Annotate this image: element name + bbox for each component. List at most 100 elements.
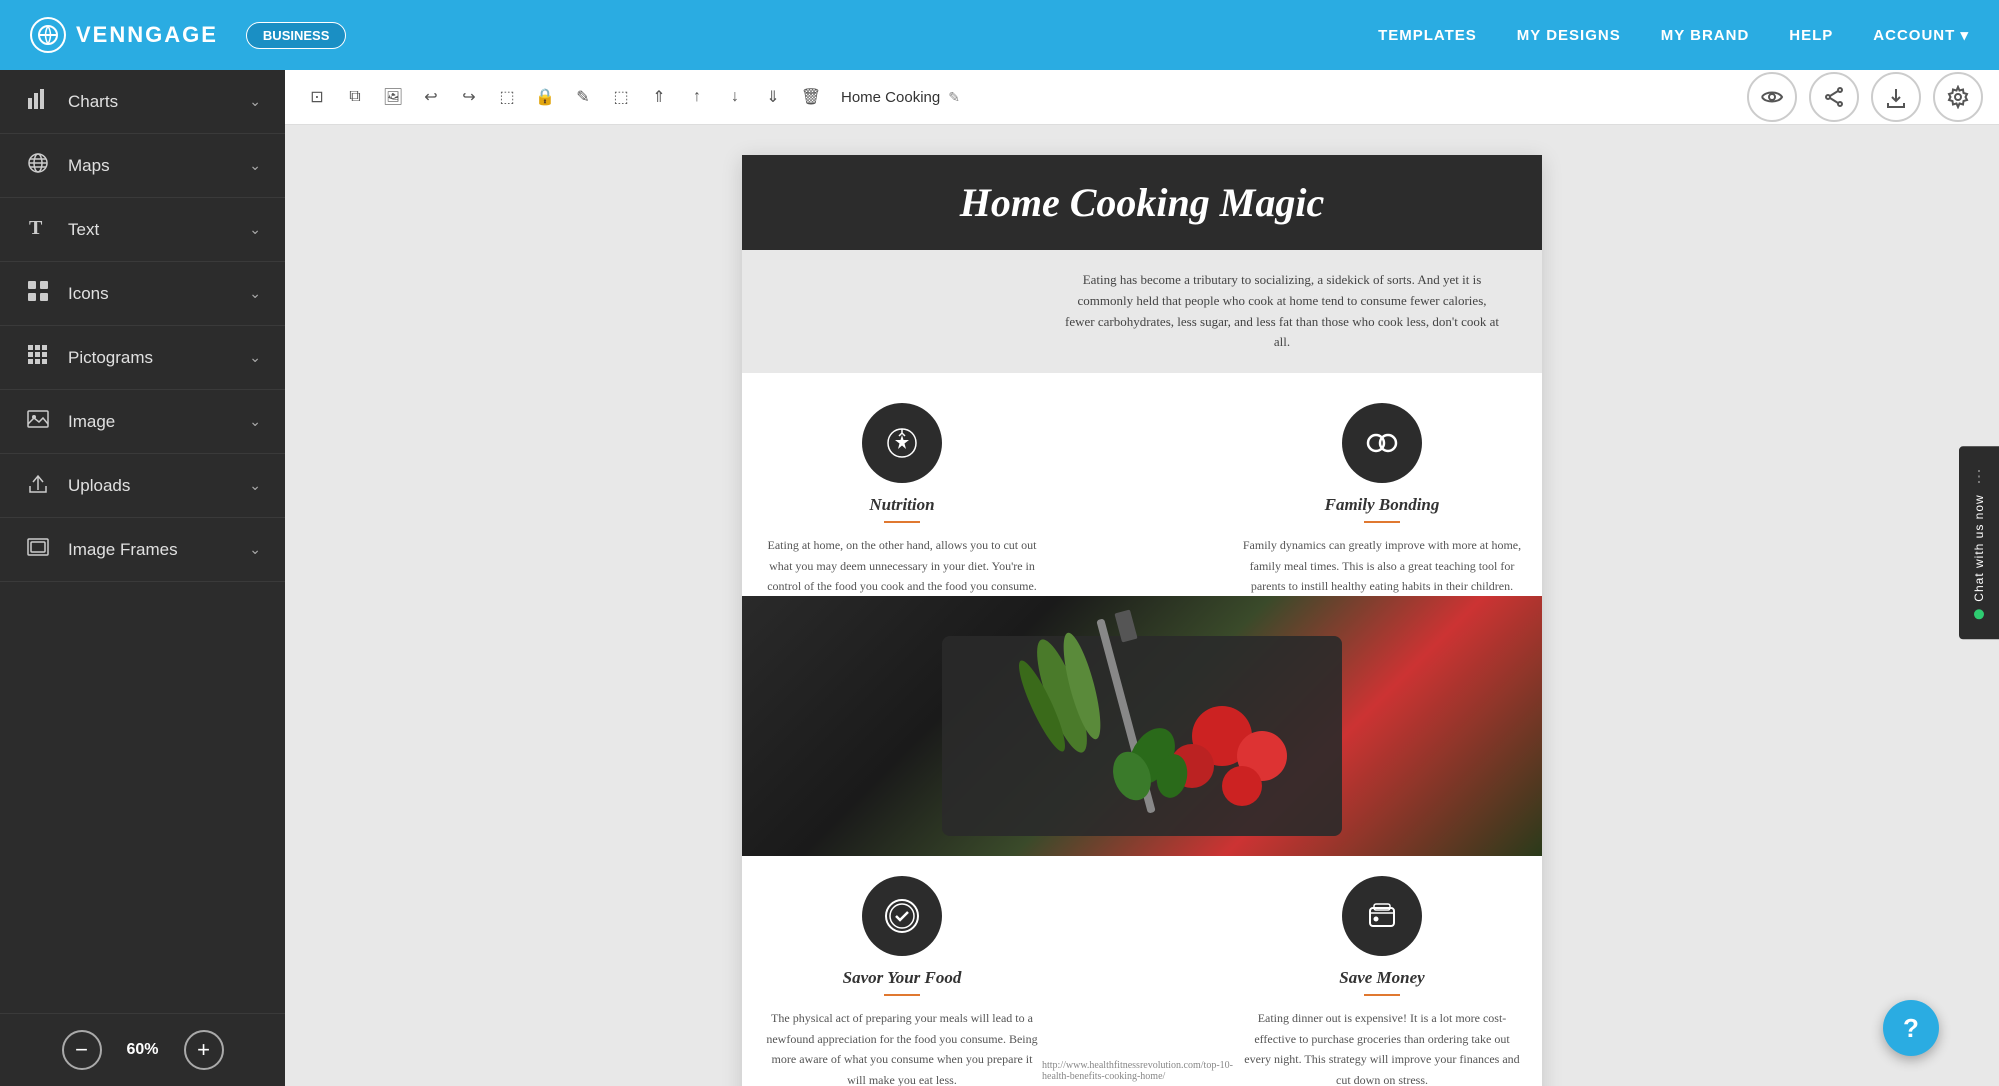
infographic-canvas[interactable]: Home Cooking Magic Eating has become a t… — [742, 155, 1542, 1086]
sidebar-uploads-label: Uploads — [68, 476, 249, 496]
family-bonding-text: Family dynamics can greatly improve with… — [1242, 535, 1522, 596]
chat-online-indicator — [1974, 610, 1984, 620]
upload-icon — [24, 472, 52, 499]
icons-grid-icon — [24, 280, 52, 307]
toolbar-duplicate-button[interactable]: ⧉ — [339, 81, 371, 113]
top-center-space — [1042, 403, 1242, 596]
toolbar-snap-button[interactable]: ⊡ — [301, 81, 333, 113]
savor-section: Savor Your Food The physical act of prep… — [762, 876, 1042, 1086]
nutrition-section: Nutrition Eating at home, on the other h… — [762, 403, 1042, 596]
footer-url-area: http://www.healthfitnessrevolution.com/t… — [1042, 876, 1242, 1086]
image-frames-chevron-icon: ⌄ — [249, 541, 261, 558]
sidebar-item-image[interactable]: Image ⌄ — [0, 390, 285, 454]
cooking-image-section — [742, 596, 1542, 856]
top-sections-row: Nutrition Eating at home, on the other h… — [742, 373, 1542, 596]
family-bonding-icon-circle — [1342, 403, 1422, 483]
toolbar-right-buttons — [1747, 72, 1983, 122]
logo-text: VENNGAGE — [76, 22, 218, 48]
toolbar-group-button[interactable]: ⬚ — [491, 81, 523, 113]
chat-dots-icon: ⋮ — [1971, 466, 1987, 486]
uploads-chevron-icon: ⌄ — [249, 477, 261, 494]
zoom-value: 60% — [118, 1041, 168, 1059]
zoom-decrease-button[interactable]: − — [62, 1030, 102, 1070]
savor-text: The physical act of preparing your meals… — [762, 1008, 1042, 1086]
cooking-image — [742, 596, 1542, 856]
nutrition-icon-circle — [862, 403, 942, 483]
save-money-title: Save Money — [1339, 968, 1424, 988]
sidebar-pictograms-label: Pictograms — [68, 348, 249, 368]
sidebar-item-maps[interactable]: Maps ⌄ — [0, 134, 285, 198]
toolbar-image-button[interactable]: 🖼 — [377, 81, 409, 113]
family-bonding-title: Family Bonding — [1325, 495, 1440, 515]
share-button[interactable] — [1809, 72, 1859, 122]
svg-text:T: T — [29, 217, 43, 238]
footer-url: http://www.healthfitnessrevolution.com/t… — [1042, 1060, 1242, 1082]
savor-title: Savor Your Food — [843, 968, 962, 988]
toolbar-title-area: Home Cooking ✎ — [841, 89, 960, 106]
infographic-intro: Eating has become a tributary to sociali… — [742, 250, 1542, 373]
family-bonding-section: Family Bonding Family dynamics can great… — [1242, 403, 1522, 596]
chat-widget-label: Chat with us now — [1972, 494, 1986, 601]
main-area: Charts ⌄ Maps ⌄ T Text — [0, 70, 1999, 1086]
nav-my-designs[interactable]: MY DESIGNS — [1517, 27, 1621, 44]
toolbar-send-back-button[interactable]: ⇓ — [757, 81, 789, 113]
toolbar-edit-button[interactable]: ✎ — [567, 81, 599, 113]
sidebar-item-image-frames[interactable]: Image Frames ⌄ — [0, 518, 285, 582]
nav-my-brand[interactable]: MY BRAND — [1661, 27, 1750, 44]
globe-icon — [24, 152, 52, 179]
nutrition-text: Eating at home, on the other hand, allow… — [762, 535, 1042, 596]
sidebar-maps-label: Maps — [68, 156, 249, 176]
sidebar-item-charts[interactable]: Charts ⌄ — [0, 70, 285, 134]
nutrition-title: Nutrition — [869, 495, 934, 515]
logo[interactable]: VENNGAGE — [30, 17, 218, 53]
toolbar-bring-front-button[interactable]: ⇑ — [643, 81, 675, 113]
sidebar-item-pictograms[interactable]: Pictograms ⌄ — [0, 326, 285, 390]
settings-button[interactable] — [1933, 72, 1983, 122]
download-button[interactable] — [1871, 72, 1921, 122]
sidebar-item-icons[interactable]: Icons ⌄ — [0, 262, 285, 326]
infographic-title: Home Cooking Magic — [960, 179, 1324, 226]
save-money-divider — [1364, 994, 1400, 996]
help-fab-button[interactable]: ? — [1883, 1000, 1939, 1056]
sidebar-item-text[interactable]: T Text ⌄ — [0, 198, 285, 262]
sidebar-image-frames-label: Image Frames — [68, 540, 249, 560]
text-chevron-icon: ⌄ — [249, 221, 261, 238]
toolbar-copy-button[interactable]: ⬚ — [605, 81, 637, 113]
bottom-sections-row: Savor Your Food The physical act of prep… — [742, 856, 1542, 1086]
toolbar-lock-button[interactable]: 🔒 — [529, 81, 561, 113]
pictograms-chevron-icon: ⌄ — [249, 349, 261, 366]
family-bonding-divider — [1364, 521, 1400, 523]
nav-links: TEMPLATES MY DESIGNS MY BRAND HELP ACCOU… — [1378, 26, 1969, 44]
toolbar-delete-button[interactable]: 🗑 — [795, 81, 827, 113]
toolbar-undo-button[interactable]: ↩ — [415, 81, 447, 113]
nav-help[interactable]: HELP — [1789, 27, 1833, 44]
business-badge[interactable]: BUSINESS — [246, 22, 346, 49]
save-money-icon-circle — [1342, 876, 1422, 956]
sidebar-item-uploads[interactable]: Uploads ⌄ — [0, 454, 285, 518]
save-money-text: Eating dinner out is expensive! It is a … — [1242, 1008, 1522, 1086]
toolbar-redo-button[interactable]: ↪ — [453, 81, 485, 113]
image-chevron-icon: ⌄ — [249, 413, 261, 430]
sidebar-charts-label: Charts — [68, 92, 249, 112]
charts-chevron-icon: ⌄ — [249, 93, 261, 110]
chat-widget[interactable]: ⋮ Chat with us now — [1959, 446, 1999, 639]
toolbar-move-up-button[interactable]: ↑ — [681, 81, 713, 113]
savor-divider — [884, 994, 920, 996]
nav-account[interactable]: ACCOUNT ▾ — [1873, 26, 1969, 44]
canvas-area[interactable]: Home Cooking Magic Eating has become a t… — [285, 125, 1999, 1086]
toolbar-title-edit-icon[interactable]: ✎ — [948, 89, 960, 106]
sidebar: Charts ⌄ Maps ⌄ T Text — [0, 70, 285, 1086]
zoom-controls: − 60% + — [0, 1013, 285, 1086]
zoom-increase-button[interactable]: + — [184, 1030, 224, 1070]
sidebar-text-label: Text — [68, 220, 249, 240]
infographic-header: Home Cooking Magic — [742, 155, 1542, 250]
preview-button[interactable] — [1747, 72, 1797, 122]
nav-templates[interactable]: TEMPLATES — [1378, 27, 1477, 44]
logo-icon — [30, 17, 66, 53]
frame-icon — [24, 536, 52, 563]
savor-icon-circle — [862, 876, 942, 956]
sidebar-icons-label: Icons — [68, 284, 249, 304]
toolbar-move-down-button[interactable]: ↓ — [719, 81, 751, 113]
toolbar-title: Home Cooking — [841, 89, 940, 106]
content-area: ⊡ ⧉ 🖼 ↩ ↪ ⬚ 🔒 ✎ ⬚ ⇑ ↑ ↓ ⇓ 🗑 Home Cooking… — [285, 70, 1999, 1086]
